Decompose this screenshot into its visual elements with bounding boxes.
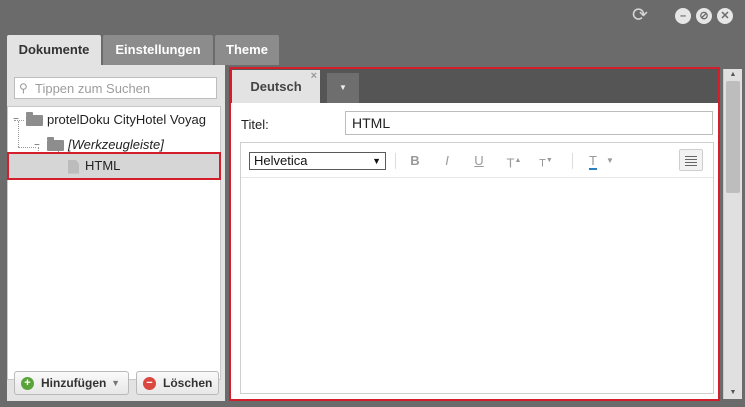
font-family-value: Helvetica [254, 153, 308, 168]
tab-dokumente[interactable]: Dokumente [7, 35, 101, 66]
language-tabs: Deutsch × ▼ [231, 69, 718, 103]
toolbar-separator [572, 153, 573, 169]
list-icon-line [685, 156, 697, 157]
rich-text-editor[interactable]: Helvetica ▼ B I U T▲ T▼ T ▼ [240, 142, 714, 394]
list-icon-line [685, 162, 697, 163]
tree-node-label: [Werkzeugleiste] [68, 137, 164, 152]
chevron-down-icon: ▼ [339, 83, 347, 92]
document-tree: − protelDoku CityHotel Voyag − [Werkzeug… [7, 106, 221, 380]
title-input[interactable] [345, 111, 713, 135]
folder-icon [26, 112, 43, 127]
tree-node-root[interactable]: protelDoku CityHotel Voyag [26, 110, 206, 130]
list-button[interactable] [679, 149, 703, 171]
restore-icon[interactable]: ⊘ [696, 8, 712, 24]
document-icon [68, 159, 79, 174]
subscript-button[interactable]: T▼ [537, 152, 555, 170]
minus-icon: − [143, 377, 156, 390]
editor-panel: Deutsch × ▼ Titel: Helvetica ▼ B I U T▲ … [229, 67, 720, 401]
toolbar-separator [395, 153, 396, 169]
search-box[interactable]: ⚲ [14, 77, 217, 99]
add-button-label: Hinzufügen [41, 376, 107, 390]
search-input[interactable] [35, 79, 213, 97]
superscript-label: T [506, 155, 515, 171]
scroll-thumb[interactable] [726, 81, 740, 193]
subscript-label: T [539, 157, 546, 170]
delete-button-label: Löschen [163, 376, 213, 390]
tab-theme[interactable]: Theme [215, 35, 279, 65]
text-color-label: T [589, 153, 597, 170]
delete-button[interactable]: − Löschen [136, 371, 219, 395]
italic-button[interactable]: I [440, 152, 454, 170]
scroll-up-icon[interactable]: ▲ [724, 70, 742, 80]
add-button[interactable]: + Hinzufügen ▼ [14, 371, 129, 395]
tree-node-html[interactable]: HTML [68, 156, 120, 176]
tab-deutsch[interactable]: Deutsch × [232, 70, 320, 103]
tree-node-folder[interactable]: [Werkzeugleiste] [47, 135, 164, 155]
document-sidebar: ⚲ − protelDoku CityHotel Voyag − [Werkze… [7, 65, 225, 401]
font-family-select[interactable]: Helvetica ▼ [249, 152, 386, 170]
tree-node-label: protelDoku CityHotel Voyag [47, 112, 206, 127]
chevron-down-icon[interactable]: ▼ [605, 152, 615, 170]
tree-node-label: HTML [85, 158, 121, 173]
title-bar: ⟳ – ⊘ ✕ [0, 0, 745, 36]
list-icon-line [685, 159, 697, 160]
bold-button[interactable]: B [408, 152, 422, 170]
superscript-button[interactable]: T▲ [505, 152, 523, 170]
plus-icon: + [21, 377, 34, 390]
refresh-icon[interactable]: ⟳ [629, 6, 651, 26]
expand-toggle[interactable]: − [34, 141, 42, 151]
language-dropdown[interactable]: ▼ [327, 73, 359, 103]
search-icon: ⚲ [19, 81, 28, 95]
list-icon-line [685, 165, 697, 166]
title-label: Titel: [241, 117, 269, 132]
minimize-icon[interactable]: – [675, 8, 691, 24]
folder-icon [47, 137, 64, 152]
form-area: Titel: Helvetica ▼ B I U T▲ T▼ T ▼ [231, 103, 718, 399]
scroll-down-icon[interactable]: ▼ [724, 388, 742, 398]
language-tab-label: Deutsch [250, 79, 302, 94]
chevron-down-icon: ▼ [372, 156, 381, 166]
expand-toggle[interactable]: − [13, 115, 21, 125]
vertical-scrollbar[interactable]: ▲ ▼ [723, 69, 742, 399]
underline-button[interactable]: U [472, 152, 486, 170]
chevron-down-icon: ▼ [111, 378, 120, 388]
tab-einstellungen[interactable]: Einstellungen [103, 35, 213, 65]
text-color-button[interactable]: T [585, 152, 601, 170]
close-icon[interactable]: ✕ [717, 8, 733, 24]
close-icon[interactable]: × [311, 60, 317, 93]
editor-toolbar: Helvetica ▼ B I U T▲ T▼ T ▼ [241, 143, 713, 178]
